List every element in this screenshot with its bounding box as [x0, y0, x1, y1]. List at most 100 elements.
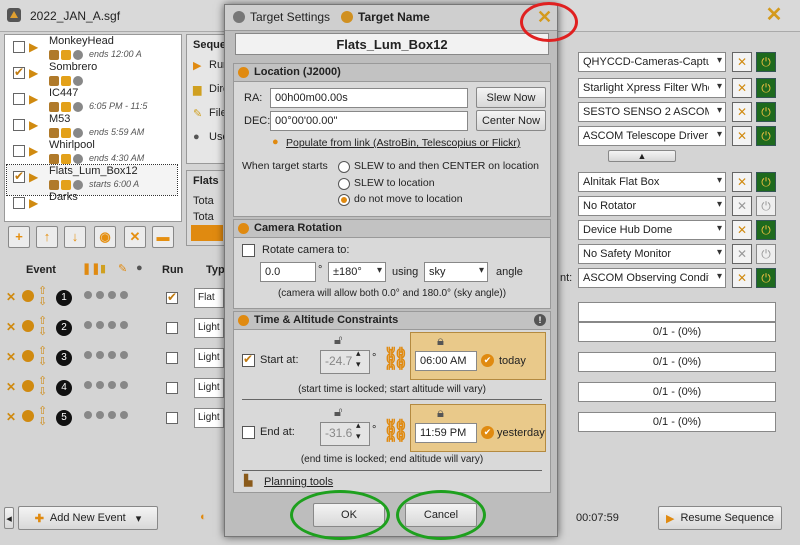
resume-sequence-button[interactable]: ▶ Resume Sequence: [658, 506, 782, 530]
reorder-icon[interactable]: ⇧ ⇩: [38, 286, 47, 308]
event-type-select[interactable]: Light: [194, 378, 224, 398]
radio-do-not-move[interactable]: [338, 194, 350, 206]
reorder-icon[interactable]: ⇧ ⇩: [38, 316, 47, 338]
observing-conditions-select[interactable]: ASCOM Observing Condition: [578, 268, 726, 288]
populate-link[interactable]: Populate from link (AstroBin, Telescopiu…: [286, 137, 520, 149]
info-icon[interactable]: !: [534, 314, 546, 326]
delete-event-icon[interactable]: ✕: [6, 290, 16, 304]
power-icon[interactable]: ⏻: [756, 268, 776, 288]
wrench-icon[interactable]: ✕: [732, 78, 752, 98]
event-options[interactable]: [82, 350, 152, 368]
collapse-button[interactable]: ▲: [608, 150, 676, 162]
rotation-angle-input[interactable]: 0.0: [260, 262, 316, 282]
delete-event-icon[interactable]: ✕: [6, 380, 16, 394]
event-row[interactable]: ✕ ⇧⇩ 1 Flat: [0, 284, 224, 314]
tab-target-settings[interactable]: Target Settings: [233, 10, 330, 24]
event-type-select[interactable]: Light: [194, 348, 224, 368]
wrench-icon[interactable]: ✕: [732, 172, 752, 192]
rotate-camera-checkbox[interactable]: [242, 244, 255, 257]
gear-icon[interactable]: [22, 290, 34, 302]
radio-slew[interactable]: [338, 178, 350, 190]
power-icon[interactable]: ⏻: [756, 244, 776, 264]
end-day-label[interactable]: yesterday: [497, 427, 545, 439]
target-row[interactable]: ▶ Darks: [7, 191, 177, 221]
rotation-range-select[interactable]: ±180°: [328, 262, 386, 282]
target-checkbox[interactable]: [13, 93, 25, 105]
event-run-checkbox[interactable]: [166, 290, 178, 304]
settings-icon[interactable]: ◉: [94, 226, 116, 248]
lock-closed-icon[interactable]: 🔒︎: [437, 333, 444, 349]
end-altitude-input[interactable]: -31.6: [320, 422, 370, 446]
event-row[interactable]: ✕ ⇧ ⇩ 3 Light: [0, 344, 224, 374]
dome-select[interactable]: Device Hub Dome: [578, 220, 726, 240]
event-options[interactable]: [82, 410, 152, 428]
target-checkbox[interactable]: [13, 119, 25, 131]
add-target-icon[interactable]: +: [8, 226, 30, 248]
event-type-select[interactable]: Light: [194, 408, 224, 428]
event-row[interactable]: ✕ ⇧ ⇩ 5 Light: [0, 404, 224, 434]
wrench-icon[interactable]: ✕: [732, 102, 752, 122]
reorder-icon[interactable]: ⇧ ⇩: [38, 406, 47, 428]
planning-tools-link[interactable]: Planning tools: [264, 476, 333, 488]
event-row[interactable]: ✕ ⇧ ⇩ 4 Light: [0, 374, 224, 404]
target-checkbox[interactable]: [13, 41, 25, 53]
power-icon[interactable]: ⏻: [756, 126, 776, 146]
lock-closed-icon[interactable]: 🔒︎: [437, 405, 444, 421]
reorder-icon[interactable]: ⇧ ⇩: [38, 346, 47, 368]
gear-icon[interactable]: [22, 350, 34, 362]
wrench-icon[interactable]: ✕: [732, 220, 752, 240]
event-row[interactable]: ✕ ⇧ ⇩ 2 Light: [0, 314, 224, 344]
wrench-icon[interactable]: ✕: [732, 126, 752, 146]
power-icon[interactable]: ⏻: [756, 78, 776, 98]
power-icon[interactable]: ⏻: [756, 220, 776, 240]
slew-now-button[interactable]: Slew Now: [476, 87, 546, 108]
rotator-select[interactable]: No Rotator: [578, 196, 726, 216]
center-now-button[interactable]: Center Now: [476, 110, 546, 131]
target-checkbox[interactable]: [13, 169, 25, 183]
move-down-icon[interactable]: ↓: [64, 226, 86, 248]
power-icon[interactable]: ⏻: [756, 102, 776, 122]
delete-event-icon[interactable]: ✕: [6, 410, 16, 424]
window-close-icon[interactable]: ✕: [764, 5, 784, 25]
add-new-event-button[interactable]: ✚ Add New Event ▾: [18, 506, 158, 530]
power-icon[interactable]: ⏻: [756, 196, 776, 216]
end-time-input[interactable]: 11:59 PM: [415, 423, 477, 443]
target-checkbox[interactable]: [13, 197, 25, 209]
event-options[interactable]: [82, 290, 152, 308]
power-icon[interactable]: ⏻: [756, 52, 776, 72]
event-run-checkbox[interactable]: [166, 412, 178, 424]
gear-icon[interactable]: [22, 320, 34, 332]
delete-event-icon[interactable]: ✕: [6, 320, 16, 334]
camera-select[interactable]: QHYCCD-Cameras-Capture: [578, 52, 726, 72]
tab-target-name[interactable]: Target Name: [341, 10, 430, 24]
wrench-icon[interactable]: ✕: [732, 52, 752, 72]
safety-monitor-select[interactable]: No Safety Monitor: [578, 244, 726, 264]
start-at-checkbox[interactable]: [242, 352, 255, 367]
event-run-checkbox[interactable]: [166, 322, 178, 334]
ra-input[interactable]: 00h00m00.00s: [270, 88, 468, 108]
gear-icon[interactable]: [22, 410, 34, 422]
start-time-input[interactable]: 06:00 AM: [415, 351, 477, 371]
wrench-icon[interactable]: ✕: [732, 268, 752, 288]
radio-slew-center[interactable]: [338, 161, 350, 173]
delete-event-icon[interactable]: ✕: [6, 350, 16, 364]
telescope-select[interactable]: ASCOM Telescope Driver fo: [578, 126, 726, 146]
event-type-select[interactable]: Flat: [194, 288, 224, 308]
power-icon[interactable]: ⏻: [756, 172, 776, 192]
spinner-icon[interactable]: ▴ ▾: [356, 420, 361, 442]
move-up-icon[interactable]: ↑: [36, 226, 58, 248]
spinner-icon[interactable]: ▴ ▾: [356, 348, 361, 370]
event-type-select[interactable]: Light: [194, 318, 224, 338]
chain-link-icon[interactable]: ⛓︎: [382, 346, 410, 372]
gear-icon[interactable]: [22, 380, 34, 392]
wrench-icon[interactable]: ✕: [732, 196, 752, 216]
event-options[interactable]: [82, 320, 152, 338]
target-name-field[interactable]: Flats_Lum_Box12: [235, 33, 549, 55]
scroll-left-icon[interactable]: ◂: [4, 507, 14, 529]
flat-box-select[interactable]: Alnitak Flat Box: [578, 172, 726, 192]
target-list[interactable]: ▶ MonkeyHead ends 12:00 A ▶ Sombrero ▶ I…: [4, 34, 182, 222]
dec-input[interactable]: 00°00'00.00": [270, 111, 468, 131]
focuser-select[interactable]: SESTO SENSO 2 ASCOM d: [578, 102, 726, 122]
target-checkbox[interactable]: [13, 145, 25, 157]
end-at-checkbox[interactable]: [242, 426, 255, 439]
